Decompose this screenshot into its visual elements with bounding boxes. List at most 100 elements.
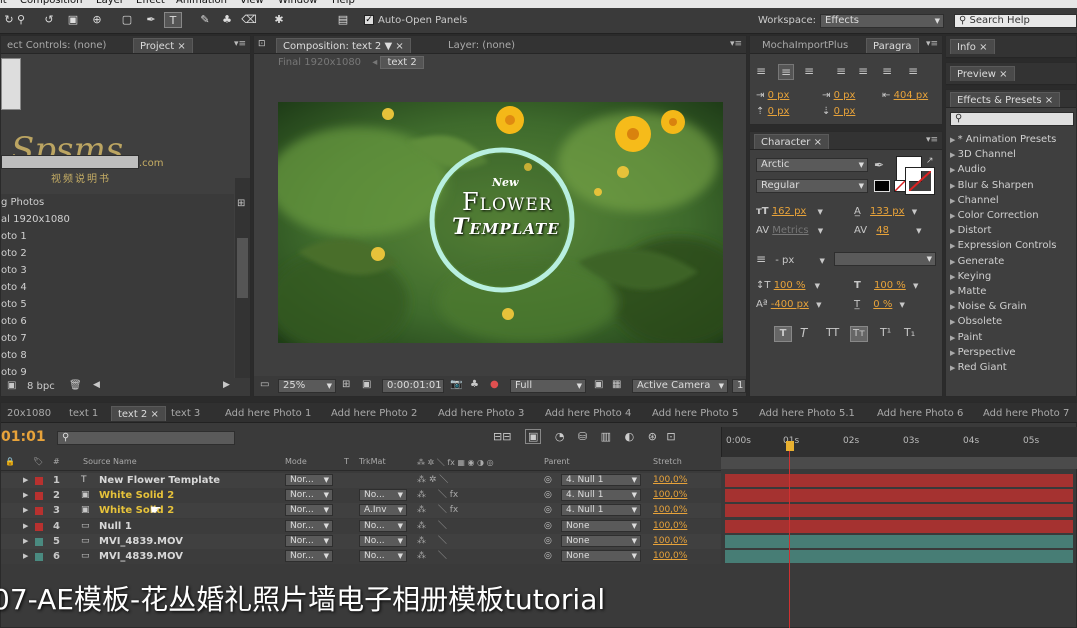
- timeline-tab[interactable]: 20x1080: [1, 406, 57, 421]
- layer-duration-bar[interactable]: [725, 550, 1073, 563]
- comp-mini-flowchart-icon[interactable]: ▣: [524, 429, 542, 444]
- parent-select[interactable]: 4. Null 1: [561, 474, 641, 486]
- always-preview-icon[interactable]: ▭: [260, 379, 269, 390]
- timeline-tab[interactable]: Add here Photo 1: [219, 406, 317, 421]
- indent-right-value[interactable]: 404 px: [894, 90, 929, 101]
- stretch-value[interactable]: 100,0%: [653, 549, 687, 564]
- chevron-down-icon[interactable]: ▼: [816, 301, 821, 309]
- timeline-tab[interactable]: Add here Photo 7: [977, 406, 1075, 421]
- search-help-field[interactable]: ⚲ Search Help: [954, 14, 1077, 28]
- effects-category-item[interactable]: Keying: [950, 269, 992, 284]
- menu-item-help[interactable]: Help: [332, 0, 355, 6]
- kerning-value[interactable]: Metrics: [772, 225, 808, 236]
- trkmat-select[interactable]: No...: [359, 489, 407, 502]
- timeline-tab[interactable]: Add here Photo 6: [871, 406, 969, 421]
- chevron-down-icon[interactable]: ▼: [818, 227, 823, 235]
- time-ruler[interactable]: 0:00s01s02s03s04s05s: [721, 427, 1077, 457]
- stretch-value[interactable]: 100,0%: [653, 488, 687, 503]
- tab-info[interactable]: Info ×: [950, 39, 995, 54]
- baseline-shift-value[interactable]: -400 px: [771, 299, 809, 310]
- close-icon[interactable]: ×: [147, 409, 158, 420]
- justify-center-icon[interactable]: ≡: [858, 64, 868, 78]
- layer-row[interactable]: ▶4▭Null 1Nor...No...⁂ ＼◎None100,0%: [1, 518, 721, 534]
- panel-toggle-icon[interactable]: ▤: [334, 12, 352, 28]
- leading-value[interactable]: 133 px: [870, 206, 905, 217]
- effects-category-item[interactable]: Generate: [950, 254, 1005, 269]
- layer-name[interactable]: MVI_4839.MOV: [99, 549, 183, 564]
- parent-select[interactable]: 4. Null 1: [561, 489, 641, 502]
- rectangle-tool-icon[interactable]: ▢: [118, 12, 136, 28]
- label-color[interactable]: [35, 537, 43, 546]
- layer-duration-bar[interactable]: [725, 474, 1073, 487]
- subscript-icon[interactable]: T₁: [904, 326, 915, 339]
- parent-pickwhip-icon[interactable]: ◎: [544, 534, 552, 549]
- stretch-value[interactable]: 100,0%: [653, 473, 687, 488]
- stroke-color-swatch[interactable]: [905, 167, 935, 195]
- timeline-tab[interactable]: text 3: [165, 406, 206, 421]
- vertical-scale-value[interactable]: 100 %: [774, 280, 806, 291]
- project-item[interactable]: oto 8: [1, 347, 234, 364]
- lock-icon[interactable]: ⊡: [258, 39, 266, 49]
- timeline-tab[interactable]: Add here Photo 5.1: [753, 406, 861, 421]
- trkmat-select[interactable]: A.Inv: [359, 504, 407, 517]
- tab-project[interactable]: Project ×: [133, 38, 193, 53]
- tab-effects-presets[interactable]: Effects & Presets ×: [950, 92, 1061, 107]
- brush-tool-icon[interactable]: ✎: [196, 12, 214, 28]
- auto-open-checkbox[interactable]: ✓: [364, 15, 374, 25]
- layer-row[interactable]: ▶3▣White Solid 2Nor...A.Inv⁂ ＼ fx◎4. Nul…: [1, 503, 721, 519]
- layer-duration-bar[interactable]: [725, 489, 1073, 503]
- workspace-select[interactable]: Effects: [820, 14, 944, 28]
- parent-pickwhip-icon[interactable]: ◎: [544, 519, 552, 534]
- trkmat-select[interactable]: No...: [359, 550, 407, 562]
- close-icon[interactable]: ×: [177, 41, 185, 52]
- indent-left-value[interactable]: 0 px: [768, 90, 790, 101]
- small-caps-icon[interactable]: Tт: [850, 326, 868, 342]
- stroke-style-select[interactable]: [834, 252, 936, 266]
- all-caps-icon[interactable]: TT: [826, 326, 839, 339]
- chevron-down-icon[interactable]: ▼: [916, 227, 921, 235]
- timeline-tab[interactable]: text 1: [63, 406, 104, 421]
- timeline-timecode[interactable]: 01:01: [1, 429, 46, 445]
- timeline-tab[interactable]: Add here Photo 3: [432, 406, 530, 421]
- align-center-icon[interactable]: ≡: [778, 64, 795, 80]
- label-color[interactable]: [35, 477, 43, 485]
- views-select[interactable]: 1: [732, 379, 746, 393]
- flowchart-icon[interactable]: ⊞: [237, 198, 245, 209]
- panel-menu-icon[interactable]: ▾≡: [234, 39, 246, 49]
- switches[interactable]: ⁂ ＼: [417, 534, 447, 549]
- effects-category-item[interactable]: Expression Controls: [950, 238, 1057, 253]
- tab-preview[interactable]: Preview ×: [950, 66, 1015, 81]
- close-icon[interactable]: ×: [395, 41, 403, 52]
- project-item[interactable]: g Photos: [1, 194, 234, 211]
- font-size-value[interactable]: 162 px: [772, 206, 807, 217]
- menu-item-layer[interactable]: Layer: [96, 0, 124, 6]
- project-item[interactable]: oto 5: [1, 296, 234, 313]
- snapshot-icon[interactable]: 📷: [450, 379, 462, 390]
- frame-blending-icon[interactable]: ⛁: [578, 430, 587, 443]
- label-color[interactable]: [35, 507, 43, 516]
- faux-bold-icon[interactable]: T: [774, 326, 792, 342]
- close-icon[interactable]: ×: [1045, 95, 1053, 106]
- effects-category-item[interactable]: * Animation Presets: [950, 132, 1057, 147]
- chevron-down-icon[interactable]: ▼: [384, 41, 392, 52]
- show-snapshot-icon[interactable]: ♣: [470, 379, 479, 390]
- project-item[interactable]: oto 6: [1, 313, 234, 330]
- indent-first-value[interactable]: 0 px: [834, 90, 856, 101]
- timeline-search-field[interactable]: ⚲: [57, 431, 235, 445]
- stretch-value[interactable]: 100,0%: [653, 503, 687, 518]
- breadcrumb-text2[interactable]: text 2: [380, 56, 424, 69]
- mode-select[interactable]: Nor...: [285, 489, 333, 502]
- panel-menu-icon[interactable]: ▾≡: [926, 39, 938, 49]
- justify-left-icon[interactable]: ≡: [836, 64, 846, 78]
- label-color[interactable]: [35, 522, 43, 531]
- switches[interactable]: ⁂ ＼: [417, 549, 447, 564]
- chevron-down-icon[interactable]: ▼: [912, 208, 917, 216]
- layer-row[interactable]: ▶2▣White Solid 2Nor...No...⁂ ＼ fx◎4. Nul…: [1, 488, 721, 504]
- tab-paragraph[interactable]: Paragra: [866, 38, 919, 53]
- eyedropper-icon[interactable]: ✒: [874, 158, 884, 172]
- effects-category-item[interactable]: 3D Channel: [950, 147, 1016, 162]
- project-search-field[interactable]: [1, 155, 139, 169]
- space-before-value[interactable]: 0 px: [768, 106, 790, 117]
- close-icon[interactable]: ×: [999, 69, 1007, 80]
- effects-category-item[interactable]: Blur & Sharpen: [950, 178, 1034, 193]
